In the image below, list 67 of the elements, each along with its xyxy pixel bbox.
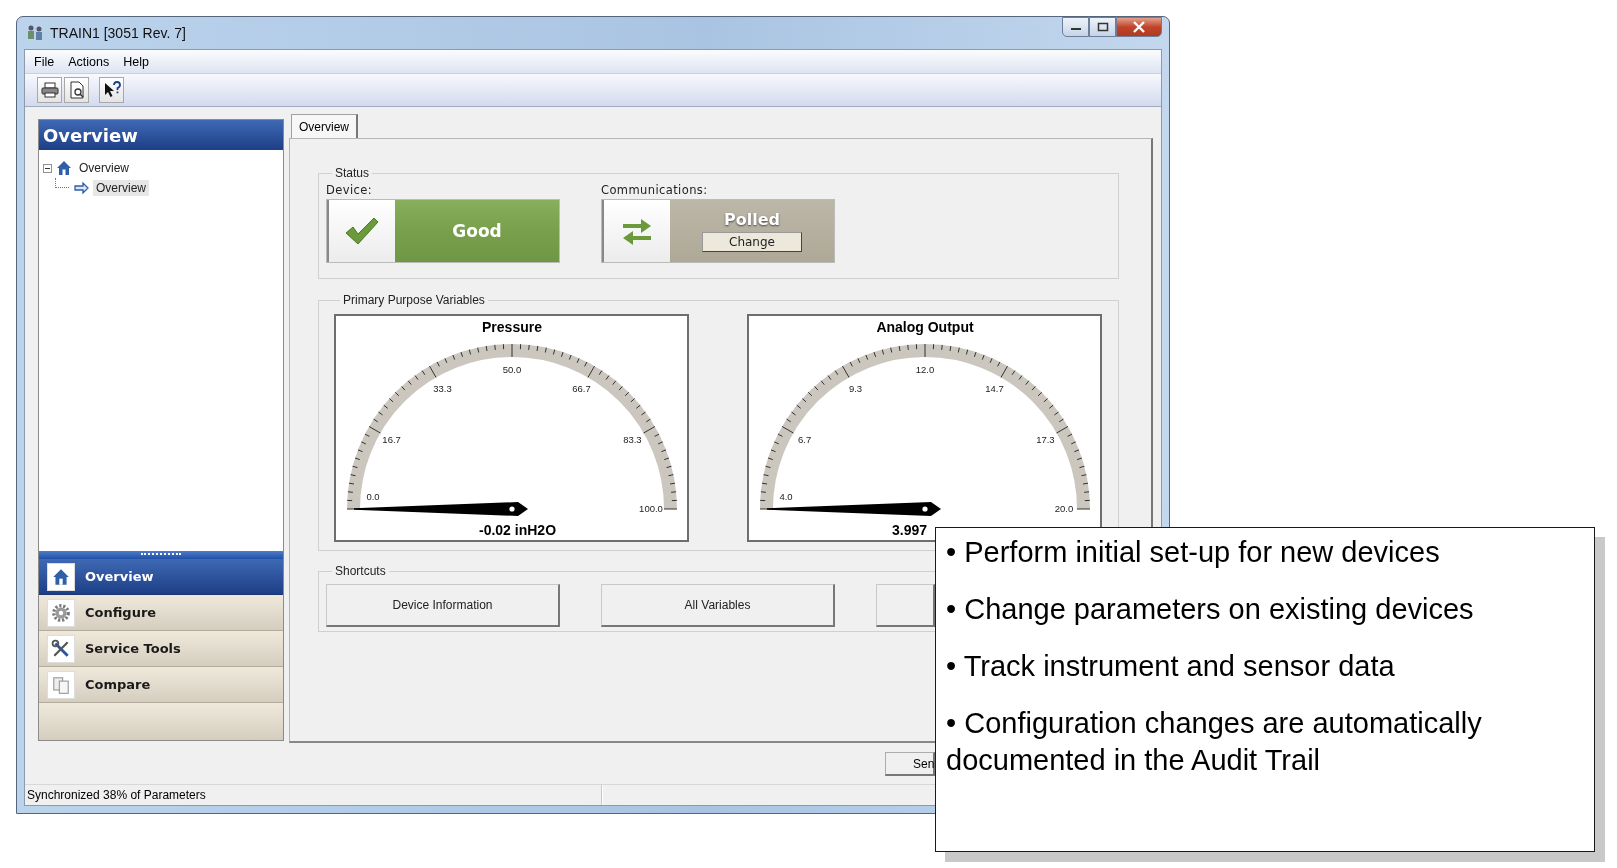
tick-label: 9.3 — [848, 382, 863, 394]
tree-item[interactable]: Overview — [93, 180, 149, 196]
nav-item[interactable]: Configure — [39, 595, 283, 631]
tools-icon — [47, 634, 75, 663]
send-button[interactable]: Sen — [885, 752, 935, 776]
tick-label: 14.7 — [985, 382, 1004, 394]
minimize-button[interactable] — [1062, 17, 1089, 37]
tick-label: 12.0 — [915, 364, 935, 375]
close-icon — [1132, 21, 1146, 33]
tick-label: 100.0 — [639, 503, 663, 514]
tick-label: 33.3 — [433, 382, 452, 394]
tab[interactable]: Overview — [291, 114, 358, 138]
panel-title: Overview — [39, 120, 283, 150]
group-title: Primary Purpose Variables — [342, 293, 486, 307]
tick-label: 16.7 — [382, 433, 401, 445]
nav-item[interactable]: Overview — [39, 559, 283, 595]
status-text: Synchronized 38% of Parameters — [25, 785, 602, 805]
tree-line — [55, 178, 69, 188]
menu-item[interactable]: File — [27, 52, 62, 71]
maximize-icon — [1096, 22, 1109, 32]
gear-icon — [47, 598, 75, 627]
status-value: Good — [395, 200, 559, 262]
shortcut-button[interactable]: Device Information — [326, 584, 560, 627]
arrow-icon — [74, 180, 90, 196]
bullet-text: • Change parameters on existing devices — [946, 592, 1474, 627]
tick-label: 50.0 — [502, 364, 522, 375]
splitter-grip[interactable] — [39, 551, 283, 559]
exchange-arrows-icon — [621, 216, 653, 246]
tree-item[interactable]: Overview — [76, 160, 132, 176]
tick-label: 83.3 — [623, 433, 642, 445]
shortcut-button[interactable] — [876, 584, 935, 627]
bullet-text: • Configuration changes are automatically documented in the Audit Trail — [946, 706, 1483, 778]
nav-item[interactable]: Service Tools — [39, 631, 283, 667]
house-icon — [47, 562, 75, 591]
gauge-title: Analog Output — [876, 319, 974, 335]
shortcut-button[interactable]: All Variables — [601, 584, 835, 627]
gauge-reading: 3.997 — [892, 522, 928, 538]
gauge-reading: -0.02 inH2O — [479, 522, 557, 538]
bullet-text: • Perform initial set-up for new devices — [946, 535, 1440, 570]
field-label: Communications: — [601, 183, 709, 197]
gauge-title: Pressure — [482, 319, 542, 335]
tick-label: 66.7 — [572, 382, 591, 394]
tick-label: 6.7 — [798, 433, 812, 445]
house-icon — [55, 159, 73, 177]
field-label: Device: — [326, 183, 373, 197]
print-button[interactable] — [37, 77, 62, 103]
nav-item[interactable]: Compare — [39, 667, 283, 703]
menu-item[interactable]: Help — [116, 52, 156, 71]
group-title: Status — [334, 166, 371, 180]
checkmark-icon — [344, 216, 380, 246]
close-button[interactable] — [1116, 17, 1162, 37]
status-value: Polled — [724, 210, 780, 229]
pages-icon — [47, 670, 75, 699]
tick-label: 20.0 — [1054, 503, 1074, 514]
tick-label: 0.0 — [366, 491, 380, 502]
app-icon — [26, 24, 44, 42]
collapse-toggle[interactable] — [43, 163, 52, 173]
menu-item[interactable]: Actions — [61, 52, 117, 71]
bullet-text: • Track instrument and sensor data — [946, 649, 1395, 684]
change-button[interactable]: Change — [702, 232, 802, 252]
tick-label: 4.0 — [779, 491, 793, 502]
group-title: Shortcuts — [334, 564, 387, 578]
tick-label: 17.3 — [1036, 433, 1055, 445]
maximize-button[interactable] — [1089, 17, 1116, 37]
window-title: TRAIN1 [3051 Rev. 7] — [50, 25, 186, 41]
print-preview-button[interactable] — [64, 77, 89, 103]
help-pointer-button[interactable] — [99, 77, 124, 103]
